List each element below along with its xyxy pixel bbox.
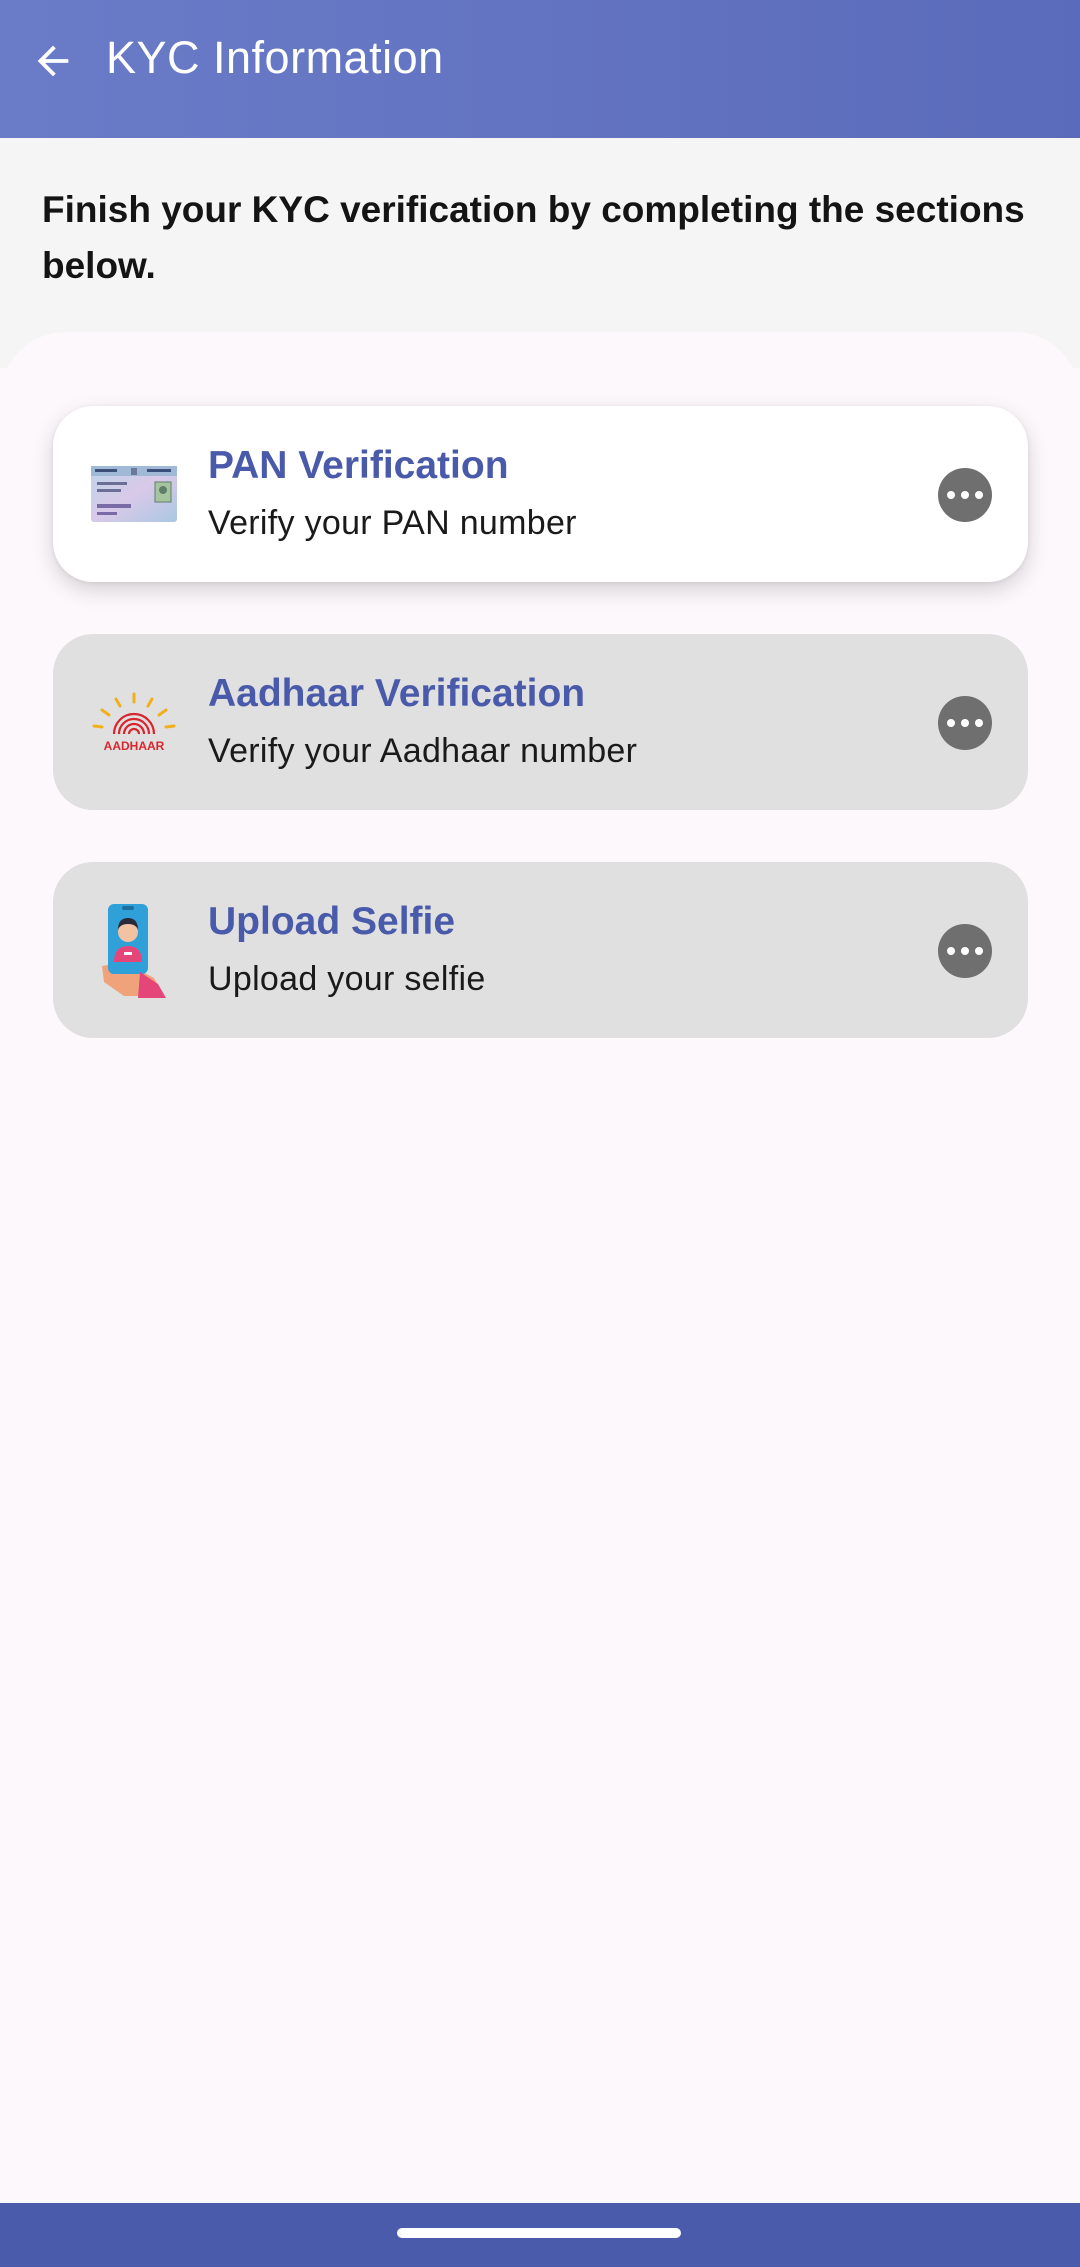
more-dot-icon — [975, 491, 983, 499]
more-dot-icon — [961, 491, 969, 499]
card-title: Upload Selfie — [208, 900, 456, 943]
card-title: Aadhaar Verification — [208, 672, 586, 715]
pan-card-icon — [87, 446, 181, 542]
upload-selfie-card[interactable]: Upload Selfie Upload your selfie — [53, 862, 1028, 1038]
intro-text: Finish your KYC verification by completi… — [42, 189, 1025, 286]
selfie-phone-icon — [87, 902, 181, 998]
aadhaar-verification-card[interactable]: AADHAAR Aadhaar Verification Verify your… — [53, 634, 1028, 810]
aadhaar-logo-text: AADHAAR — [104, 739, 165, 753]
system-nav-bar — [0, 2203, 1080, 2267]
arrow-left-icon — [37, 45, 69, 77]
more-options-button[interactable] — [938, 924, 992, 978]
home-gesture-handle[interactable] — [397, 2228, 681, 2238]
more-options-button[interactable] — [938, 696, 992, 750]
pan-verification-card[interactable]: PAN Verification Verify your PAN number — [53, 406, 1028, 582]
more-options-button[interactable] — [938, 468, 992, 522]
card-title: PAN Verification — [208, 444, 509, 487]
more-dot-icon — [947, 491, 955, 499]
card-subtitle: Verify your PAN number — [208, 504, 577, 542]
more-dot-icon — [947, 947, 955, 955]
aadhaar-logo-icon: AADHAAR — [87, 674, 181, 770]
card-subtitle: Upload your selfie — [208, 960, 486, 998]
kyc-sections-sheet: PAN Verification Verify your PAN number — [0, 332, 1080, 2202]
card-subtitle: Verify your Aadhaar number — [208, 732, 638, 770]
more-dot-icon — [975, 947, 983, 955]
back-button[interactable] — [22, 30, 84, 92]
more-dot-icon — [947, 719, 955, 727]
app-bar: KYC Information — [0, 0, 1080, 138]
more-dot-icon — [961, 719, 969, 727]
page-title: KYC Information — [106, 32, 444, 83]
more-dot-icon — [975, 719, 983, 727]
more-dot-icon — [961, 947, 969, 955]
